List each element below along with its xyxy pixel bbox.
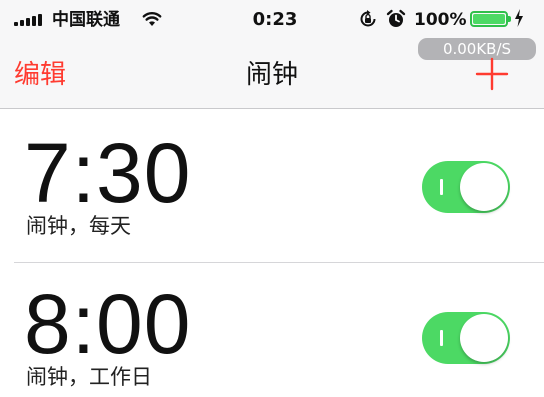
alarm-label: 闹钟，每天 (26, 214, 131, 238)
row-divider (14, 262, 544, 263)
wifi-icon (142, 12, 162, 26)
edit-button[interactable]: 编辑 (14, 58, 66, 92)
toggle-knob (460, 163, 508, 211)
alarm-toggle[interactable] (422, 312, 510, 364)
battery-icon (470, 11, 508, 27)
battery-fill (473, 14, 505, 24)
signal-icon (14, 12, 42, 26)
alarm-toggle[interactable] (422, 161, 510, 213)
alarm-screen: 中国联通 0:23 100% 0.00KB/S 编辑 闹钟 7:30 闹钟，每天… (0, 0, 544, 397)
battery-percent: 100% (414, 10, 467, 30)
top-bar: 中国联通 0:23 100% 0.00KB/S 编辑 闹钟 (0, 0, 544, 109)
alarm-row[interactable]: 7:30 闹钟，每天 (0, 109, 544, 263)
plus-icon[interactable] (474, 56, 510, 92)
alarm-clock-icon (386, 9, 406, 27)
rotation-lock-icon (360, 10, 376, 27)
carrier-name: 中国联通 (52, 10, 120, 30)
toggle-on-mark (440, 330, 443, 346)
charging-bolt-icon (515, 9, 523, 27)
status-time: 0:23 (252, 9, 298, 30)
page-title: 闹钟 (245, 60, 298, 90)
toggle-on-mark (440, 179, 443, 195)
alarm-time: 7:30 (24, 126, 192, 220)
alarm-time: 8:00 (24, 277, 192, 371)
battery-tip (508, 16, 511, 22)
toggle-knob (460, 314, 508, 362)
alarm-label: 闹钟，工作日 (26, 365, 152, 389)
alarm-row[interactable]: 8:00 闹钟，工作日 (0, 264, 544, 397)
status-bar: 中国联通 0:23 100% (0, 0, 544, 36)
